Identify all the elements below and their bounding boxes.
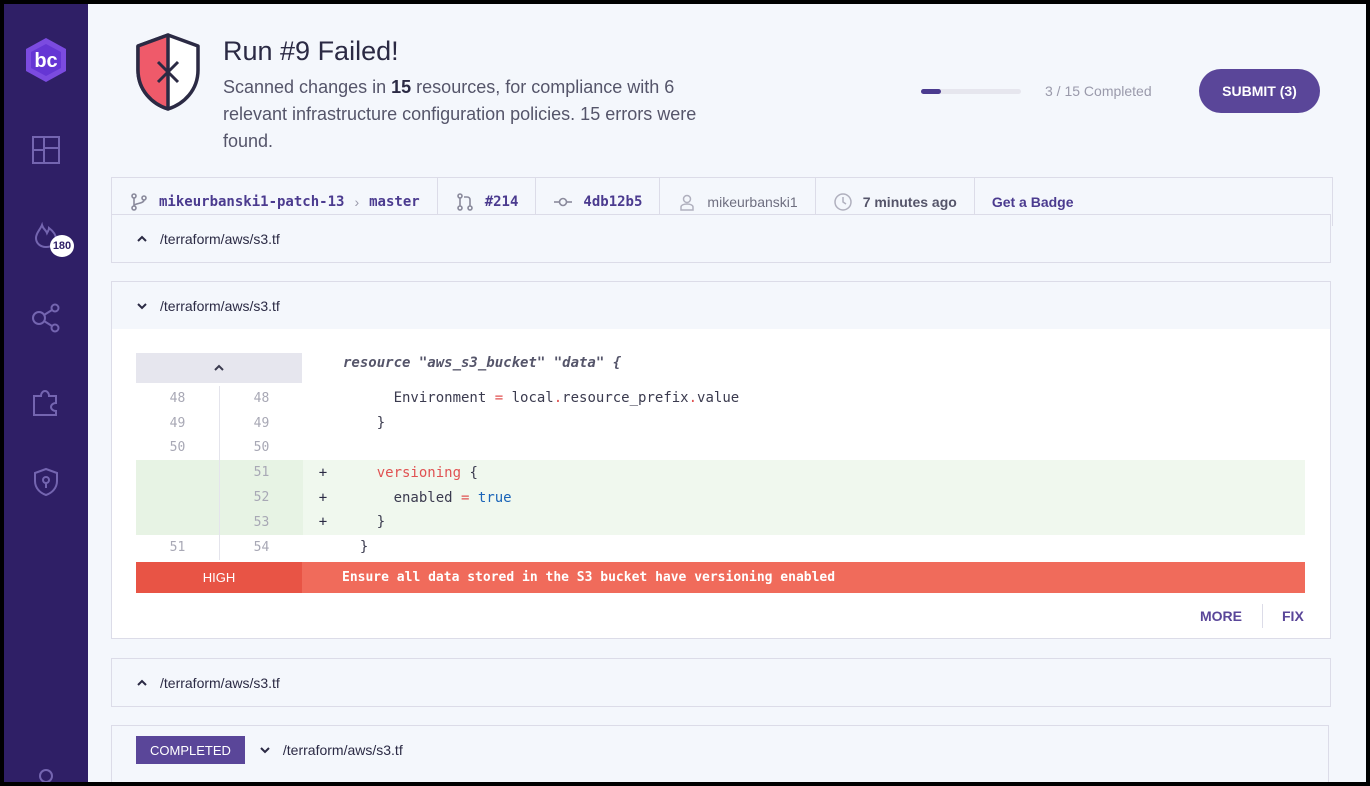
old-line-number: 50 — [136, 435, 220, 461]
code-line: 48 48 Environment = local.resource_prefi… — [136, 386, 1305, 411]
diff-marker: + — [318, 489, 328, 506]
pull-request-number[interactable]: #214 — [485, 194, 519, 210]
desc-pre: Scanned changes in — [223, 77, 392, 97]
old-line-number: 49 — [136, 410, 220, 436]
user-icon[interactable] — [30, 764, 62, 782]
file-header[interactable]: /terraform/aws/s3.tf — [111, 281, 1331, 330]
page-title: Run #9 Failed! — [223, 36, 399, 66]
new-line-number: 49 — [253, 415, 270, 431]
code-line: 51 54 } — [136, 534, 1305, 560]
chevron-up-icon[interactable] — [136, 677, 148, 689]
fix-button[interactable]: FIX — [1282, 608, 1304, 624]
code-text: versioning { — [376, 464, 478, 481]
app-frame: bc 180 Run #9 Failed! Scanned changes in… — [4, 4, 1366, 782]
failed-shield-icon — [136, 33, 200, 111]
severity-badge: HIGH — [136, 562, 302, 593]
progress-bar — [921, 89, 1021, 94]
logo-text: bc — [34, 50, 57, 72]
file-path: /terraform/aws/s3.tf — [160, 674, 280, 691]
code-line: 49 49 } — [136, 410, 1305, 436]
more-button[interactable]: MORE — [1200, 608, 1242, 624]
source-branch[interactable]: mikeurbanski1-patch-13 — [159, 194, 344, 210]
code-diff-panel: resource "aws_s3_bucket" "data" { 48 48 … — [111, 329, 1331, 639]
new-line-number: 48 — [253, 390, 270, 406]
get-badge-link[interactable]: Get a Badge — [992, 194, 1074, 210]
completed-badge: COMPLETED — [136, 736, 245, 764]
chevron-up-icon[interactable] — [136, 233, 148, 245]
file-path: /terraform/aws/s3.tf — [160, 297, 280, 314]
old-line-number: 51 — [136, 534, 220, 560]
code-lines: 48 48 Environment = local.resource_prefi… — [136, 386, 1305, 560]
button-divider — [1262, 604, 1263, 628]
code-text: } — [343, 415, 386, 432]
old-line-number — [136, 485, 220, 510]
code-line-added: 53 + } — [136, 509, 1305, 535]
commit-icon — [554, 197, 573, 207]
progress-fill — [921, 89, 941, 94]
bridgecrew-logo-icon[interactable]: bc — [22, 36, 70, 84]
code-text: } — [343, 514, 386, 531]
code-text: } — [343, 539, 369, 556]
file-header[interactable]: COMPLETED /terraform/aws/s3.tf — [111, 725, 1329, 782]
progress-text: 3 / 15 Completed — [1045, 83, 1152, 99]
new-line-number: 50 — [253, 440, 270, 456]
commit-time: 7 minutes ago — [862, 194, 957, 210]
commit-author: mikeurbanski1 — [707, 194, 798, 210]
code-line-added: 52 + enabled = true — [136, 485, 1305, 510]
branch-arrow-icon: › — [354, 194, 360, 210]
code-text: Environment = local.resource_prefix.valu… — [343, 390, 740, 407]
shield-icon[interactable] — [30, 466, 62, 498]
run-description: Scanned changes in 15 resources, for com… — [223, 74, 703, 155]
issues-count-badge: 180 — [50, 235, 74, 257]
file-header[interactable]: /terraform/aws/s3.tf — [111, 658, 1331, 707]
dashboard-icon[interactable] — [30, 134, 62, 166]
new-line-number: 54 — [253, 539, 270, 555]
resource-count: 15 — [391, 77, 412, 97]
chevron-up-icon[interactable] — [213, 362, 225, 374]
old-line-number — [136, 509, 220, 535]
new-line-number: 53 — [220, 509, 303, 535]
expand-lines-button[interactable] — [136, 353, 302, 383]
file-header[interactable]: /terraform/aws/s3.tf — [111, 214, 1331, 263]
code-text: enabled = true — [343, 489, 512, 506]
chevron-down-icon[interactable] — [259, 744, 271, 756]
share-graph-icon[interactable] — [30, 302, 62, 334]
pull-request-icon — [456, 193, 473, 211]
violation-row: HIGH Ensure all data stored in the S3 bu… — [136, 562, 1305, 593]
git-branch-icon — [131, 193, 147, 211]
submit-button[interactable]: SUBMIT (3) — [1199, 69, 1320, 113]
target-branch[interactable]: master — [369, 194, 420, 210]
chevron-down-icon[interactable] — [136, 300, 148, 312]
diff-marker: + — [318, 514, 328, 531]
old-line-number: 48 — [136, 386, 220, 411]
file-path: /terraform/aws/s3.tf — [160, 230, 280, 247]
new-line-number: 51 — [220, 460, 303, 486]
puzzle-icon[interactable] — [30, 386, 62, 418]
code-line: 50 50 — [136, 435, 1305, 461]
user-icon — [680, 194, 695, 211]
old-line-number — [136, 460, 220, 486]
diff-marker: + — [318, 464, 328, 481]
sidebar: bc 180 — [4, 4, 88, 782]
file-path: /terraform/aws/s3.tf — [282, 742, 403, 758]
violation-message: Ensure all data stored in the S3 bucket … — [342, 570, 836, 585]
code-line-added: 51 + versioning { — [136, 460, 1305, 486]
commit-hash[interactable]: 4db12b5 — [583, 194, 642, 210]
code-resource-header: resource "aws_s3_bucket" "data" { — [343, 355, 622, 371]
clock-icon — [833, 193, 852, 211]
new-line-number: 52 — [220, 485, 303, 510]
